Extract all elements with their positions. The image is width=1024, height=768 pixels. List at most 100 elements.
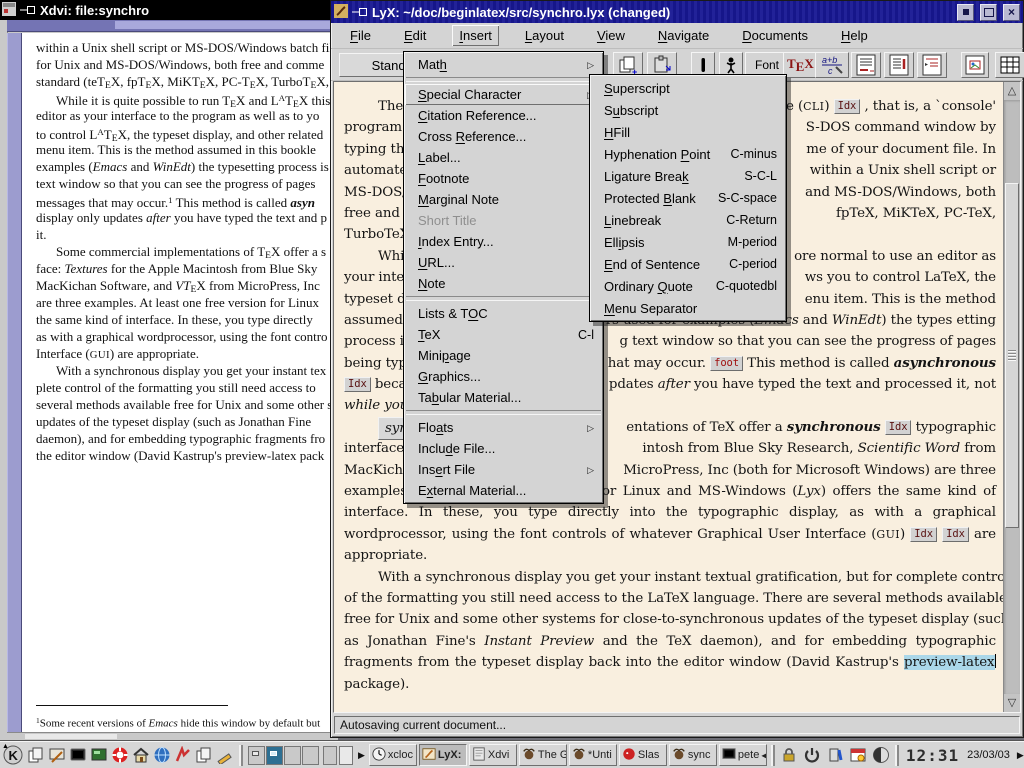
- organizer-icon[interactable]: [848, 745, 868, 765]
- menu-item-hyphenation-point[interactable]: Hyphenation PointC-minus: [591, 143, 785, 165]
- menu-item-note[interactable]: Note: [405, 273, 602, 294]
- maximize-button[interactable]: [980, 4, 997, 21]
- menu-item-menu-separator[interactable]: Menu Separator: [591, 297, 785, 319]
- doc-line[interactable]: free for Unix and some other systems for…: [344, 609, 996, 630]
- menu-item-lists-toc[interactable]: Lists & TOC: [405, 303, 602, 324]
- clock[interactable]: 12:31: [903, 746, 962, 765]
- menu-item-protected-blank[interactable]: Protected BlankS-C-space: [591, 187, 785, 209]
- doc-line[interactable]: wordprocessor, using the font controls o…: [344, 524, 996, 545]
- pager-desktop-4[interactable]: [302, 746, 319, 765]
- menubar-item-edit[interactable]: Edit: [397, 25, 433, 46]
- xdvi-vertical-scrollbar[interactable]: [7, 33, 22, 732]
- task-button[interactable]: xcloc: [369, 744, 417, 766]
- index-inset[interactable]: Idx: [942, 527, 969, 542]
- menu-item-label[interactable]: Label...: [405, 147, 602, 168]
- menu-item-special-character[interactable]: Special Character▷: [405, 84, 602, 105]
- menu-item-minipage[interactable]: Minipage: [405, 345, 602, 366]
- menu-item-footnote[interactable]: Footnote: [405, 168, 602, 189]
- scroll-down-icon[interactable]: ▽: [1004, 694, 1020, 712]
- doc-line[interactable]: With a synchronous display you get your …: [344, 567, 996, 588]
- home-icon[interactable]: [131, 745, 151, 766]
- show-desktop-icon[interactable]: [47, 745, 67, 766]
- scroll-track[interactable]: [1004, 100, 1020, 694]
- menu-item-ellipsis[interactable]: EllipsisM-period: [591, 231, 785, 253]
- kvt-icon[interactable]: [89, 745, 109, 766]
- depth-toolbar-icon[interactable]: [917, 52, 947, 78]
- pager-desktop-1[interactable]: [248, 746, 265, 765]
- menubar-item-file[interactable]: File: [343, 25, 378, 46]
- minimize-button[interactable]: [957, 4, 974, 21]
- desktop-pager[interactable]: [247, 745, 320, 766]
- menu-item-superscript[interactable]: Superscript: [591, 77, 785, 99]
- task-button[interactable]: Xdvi: [469, 744, 517, 766]
- menu-item-subscript[interactable]: Subscript: [591, 99, 785, 121]
- menu-item-graphics[interactable]: Graphics...: [405, 366, 602, 387]
- task-button[interactable]: Slas: [619, 744, 667, 766]
- panel-hide-icon[interactable]: ▶: [1015, 750, 1024, 761]
- menu-item-short-title[interactable]: Short Title: [405, 210, 602, 231]
- lyx-vertical-scrollbar[interactable]: △ ▽: [1003, 82, 1020, 712]
- lyx-titlebar[interactable]: LyX: ~/doc/beginlatex/src/synchro.lyx (c…: [331, 1, 1023, 23]
- doc-line[interactable]: package).: [344, 674, 996, 695]
- task-button[interactable]: pete◀: [719, 744, 767, 766]
- pager-desktop-2[interactable]: [266, 746, 283, 765]
- menu-item-cross-reference[interactable]: Cross Reference...: [405, 126, 602, 147]
- doc-line[interactable]: of the formatting you still need access …: [344, 588, 996, 609]
- menubar-item-help[interactable]: Help: [834, 25, 875, 46]
- doc-line[interactable]: appropriate.: [344, 545, 996, 566]
- index-inset[interactable]: Idx: [344, 377, 371, 392]
- window-pin-icon[interactable]: [20, 3, 36, 18]
- window-list-icon[interactable]: [26, 745, 46, 766]
- k-menu-button[interactable]: ▲ K: [2, 744, 24, 767]
- globe-icon[interactable]: [152, 745, 172, 766]
- menubar-item-insert[interactable]: Insert: [452, 25, 499, 46]
- footnote-toolbar-icon[interactable]: [851, 52, 881, 78]
- date[interactable]: 23/03/03: [964, 749, 1013, 761]
- menubar-item-documents[interactable]: Documents: [735, 25, 815, 46]
- klipper-icon[interactable]: [825, 745, 845, 765]
- menu-item-tex[interactable]: TeXC-l: [405, 324, 602, 345]
- menu-item-end-of-sentence[interactable]: End of SentenceC-period: [591, 253, 785, 275]
- xdvi-hscroll-thumb[interactable]: [115, 21, 338, 29]
- task-button[interactable]: LyX:: [419, 744, 467, 766]
- task-button[interactable]: sync: [669, 744, 717, 766]
- menubar-item-layout[interactable]: Layout: [518, 25, 571, 46]
- xdvi-horizontal-scrollbar[interactable]: [7, 20, 338, 32]
- menu-item-ligature-break[interactable]: Ligature BreakS-C-L: [591, 165, 785, 187]
- moon-icon[interactable]: [871, 745, 891, 765]
- taskbar-expand-icon[interactable]: ▶: [356, 750, 367, 761]
- math-icon[interactable]: a+bc: [815, 52, 849, 78]
- menu-item-math[interactable]: Math▷: [405, 54, 602, 75]
- menu-item-citation-reference[interactable]: Citation Reference...: [405, 105, 602, 126]
- pager-desktop-3[interactable]: [284, 746, 301, 765]
- menu-item-url[interactable]: URL...: [405, 252, 602, 273]
- doc-line[interactable]: as Jonathan Fine's Instant Preview and t…: [344, 631, 996, 652]
- files-icon[interactable]: [194, 745, 214, 766]
- lock-icon[interactable]: [779, 745, 799, 765]
- menubar-item-view[interactable]: View: [590, 25, 632, 46]
- menu-item-tabular-material[interactable]: Tabular Material...: [405, 387, 602, 408]
- figure-icon[interactable]: [961, 52, 989, 78]
- menu-item-marginal-note[interactable]: Marginal Note: [405, 189, 602, 210]
- margin-note-toolbar-icon[interactable]: [884, 52, 914, 78]
- scroll-up-icon[interactable]: △: [1004, 82, 1020, 100]
- menu-item-ordinary-quote[interactable]: Ordinary QuoteC-quotedbl: [591, 275, 785, 297]
- doc-line[interactable]: interface. In these, you type directly i…: [344, 502, 996, 523]
- menu-item-insert-file[interactable]: Insert File▷: [405, 459, 602, 480]
- panel-handle[interactable]: [895, 745, 899, 766]
- menu-item-hfill[interactable]: HFill: [591, 121, 785, 143]
- panel-handle[interactable]: [239, 745, 243, 766]
- menu-item-floats[interactable]: Floats▷: [405, 417, 602, 438]
- panel-handle[interactable]: [771, 745, 775, 766]
- kde-icon[interactable]: [173, 745, 193, 766]
- index-inset[interactable]: Idx: [910, 527, 937, 542]
- menu-item-include-file[interactable]: Include File...: [405, 438, 602, 459]
- scroll-thumb[interactable]: [1005, 183, 1019, 528]
- help-icon[interactable]: [110, 745, 130, 766]
- window-pin-icon[interactable]: [352, 5, 368, 20]
- footnote-inset[interactable]: foot: [710, 356, 743, 371]
- xdvi-titlebar[interactable]: Xdvi: file:synchro: [0, 0, 338, 20]
- table-icon[interactable]: [995, 52, 1024, 78]
- menu-item-linebreak[interactable]: LinebreakC-Return: [591, 209, 785, 231]
- pencil-icon[interactable]: [215, 745, 235, 766]
